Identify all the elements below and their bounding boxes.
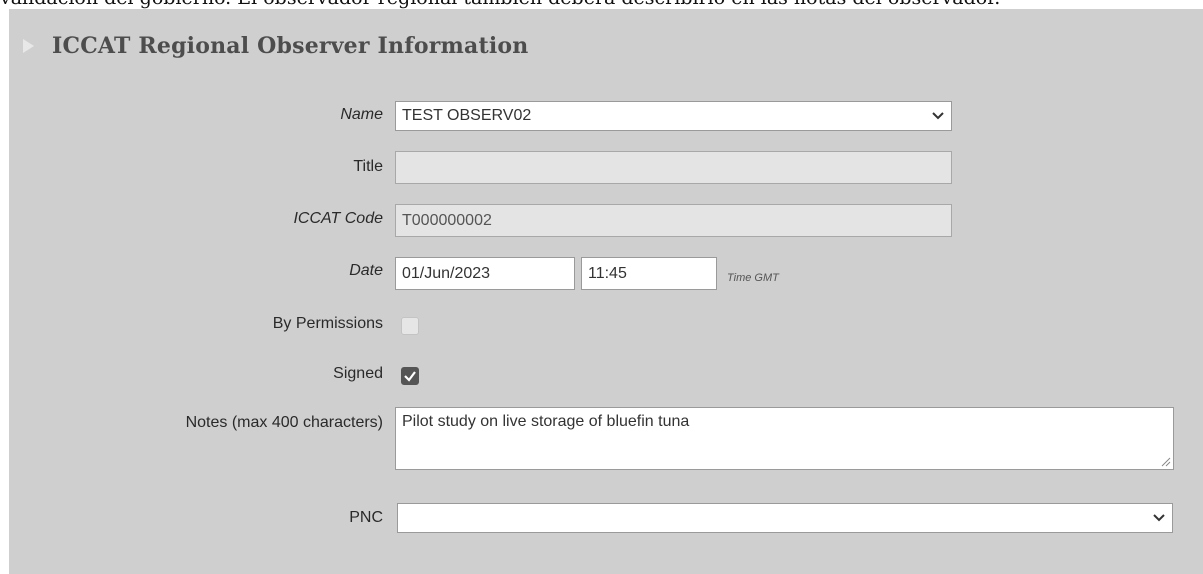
iccat-code-label: ICCAT Code [293, 210, 383, 227]
section-header[interactable]: ICCAT Regional Observer Information [20, 30, 528, 62]
title-field[interactable] [395, 151, 952, 184]
by-permissions-checkbox[interactable] [401, 317, 419, 335]
triangle-right-icon [23, 39, 34, 53]
name-label: Name [340, 106, 383, 123]
notes-label: Notes (max 400 characters) [185, 414, 383, 431]
chevron-down-icon [932, 112, 944, 120]
time-gmt-hint: Time GMT [727, 272, 779, 284]
date-value: 01/Jun/2023 [402, 264, 491, 282]
time-value: 11:45 [588, 264, 627, 282]
notes-textarea[interactable]: Pilot study on live storage of bluefin t… [395, 407, 1174, 470]
pnc-select[interactable] [397, 503, 1173, 533]
section-title: ICCAT Regional Observer Information [52, 33, 529, 59]
resize-grip-icon[interactable] [1161, 457, 1171, 467]
signed-label: Signed [333, 365, 383, 382]
by-permissions-label: By Permissions [272, 315, 383, 332]
checkmark-icon [404, 371, 416, 382]
notes-value: Pilot study on live storage of bluefin t… [402, 413, 690, 430]
date-input[interactable]: 01/Jun/2023 [395, 257, 575, 290]
observer-info-panel: ICCAT Regional Observer Information Name… [9, 9, 1203, 574]
pnc-label: PNC [349, 509, 383, 526]
title-label: Title [353, 158, 383, 175]
name-select[interactable]: TEST OBSERV02 [395, 101, 952, 131]
date-label: Date [349, 262, 383, 279]
iccat-code-field[interactable]: T000000002 [395, 204, 952, 237]
name-value: TEST OBSERV02 [402, 107, 532, 124]
signed-checkbox[interactable] [401, 367, 419, 385]
time-input[interactable]: 11:45 [581, 257, 717, 290]
chevron-down-icon [1153, 514, 1165, 522]
iccat-code-value: T000000002 [402, 211, 492, 229]
